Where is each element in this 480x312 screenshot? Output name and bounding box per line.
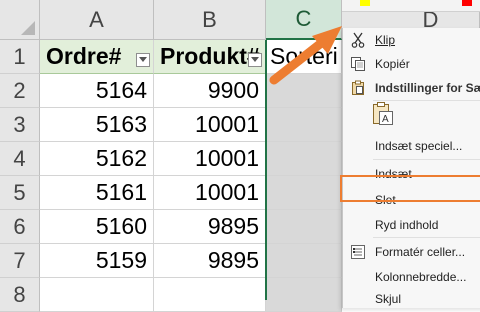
menu-item-label: Indsæt speciel... <box>375 139 463 153</box>
menu-item-label: Indstillinger for Sæt <box>375 81 480 95</box>
cell-a3[interactable]: 5163 <box>40 108 154 142</box>
paste-values-icon[interactable]: A <box>372 102 394 126</box>
annotation-arrow <box>269 26 342 85</box>
cell-c4[interactable] <box>266 142 342 176</box>
row-header-6[interactable]: 6 <box>0 210 40 244</box>
mini-toolbar <box>342 0 480 12</box>
cell-c5[interactable] <box>266 176 342 210</box>
chevron-down-icon <box>251 57 259 62</box>
menu-item-label: Formatér celler... <box>375 245 466 259</box>
menu-divider <box>373 237 480 238</box>
row-header-3[interactable]: 3 <box>0 108 40 142</box>
cell-c6[interactable] <box>266 210 342 244</box>
chevron-down-icon <box>139 57 147 62</box>
font-color-swatch[interactable] <box>462 0 472 6</box>
cell-a2[interactable]: 5164 <box>40 74 154 108</box>
menu-item-label: Skjul <box>375 292 402 306</box>
column-header-label: A <box>89 6 104 32</box>
cell-a6[interactable]: 5160 <box>40 210 154 244</box>
menu-item-kopier[interactable]: Kopiér <box>343 52 480 76</box>
menu-heading-paste-options: Indstillinger for Sæt <box>343 76 480 100</box>
cell-b3[interactable]: 10001 <box>154 108 266 142</box>
row-header-7[interactable]: 7 <box>0 244 40 278</box>
column-header-label: B <box>202 6 217 32</box>
menu-item-hide[interactable]: Skjul <box>343 287 480 311</box>
menu-divider <box>373 159 480 160</box>
row-header-5[interactable]: 5 <box>0 176 40 210</box>
format-cells-icon <box>349 243 367 261</box>
menu-item-label: Klip <box>375 33 396 47</box>
menu-item-label: Kopiér <box>375 57 410 71</box>
highlight-color-swatch[interactable] <box>360 0 370 6</box>
filter-dropdown-ordre[interactable] <box>136 53 150 67</box>
context-menu: Klip Kopiér Indstillinger for Sæt Indsæt… <box>342 28 480 308</box>
row-header-2[interactable]: 2 <box>0 74 40 108</box>
cell-a5[interactable]: 5161 <box>40 176 154 210</box>
cell-b5[interactable]: 10001 <box>154 176 266 210</box>
delete-highlight-box <box>340 175 480 202</box>
cell-a8[interactable] <box>40 278 154 312</box>
header-produkt: Produkt# <box>160 43 260 69</box>
menu-divider <box>373 100 480 101</box>
select-all-corner[interactable] <box>0 0 40 40</box>
column-header-a[interactable]: A <box>40 0 154 40</box>
cell-b2[interactable]: 9900 <box>154 74 266 108</box>
menu-item-format-cells[interactable]: Formatér celler... <box>343 240 480 264</box>
menu-item-clear-contents[interactable]: Ryd indhold <box>343 213 480 237</box>
cell-a7[interactable]: 5159 <box>40 244 154 278</box>
svg-text:A: A <box>382 114 389 125</box>
cell-b6[interactable]: 9895 <box>154 210 266 244</box>
row-header-4[interactable]: 4 <box>0 142 40 176</box>
menu-item-paste-special[interactable]: Indsæt speciel... <box>343 134 480 158</box>
menu-item-klip[interactable]: Klip <box>343 28 480 52</box>
menu-item-column-width[interactable]: Kolonnebredde... <box>343 265 480 289</box>
row-header-8[interactable]: 8 <box>0 278 40 312</box>
cell-b8[interactable] <box>154 278 266 312</box>
cell-b7[interactable]: 9895 <box>154 244 266 278</box>
filter-dropdown-produkt[interactable] <box>248 53 262 67</box>
column-header-b[interactable]: B <box>154 0 266 40</box>
header-ordre: Ordre# <box>46 43 122 69</box>
cell-a4[interactable]: 5162 <box>40 142 154 176</box>
cell-c7[interactable] <box>266 244 342 278</box>
cell-c8[interactable] <box>266 278 342 312</box>
cell-b4[interactable]: 10001 <box>154 142 266 176</box>
cell-c3[interactable] <box>266 108 342 142</box>
menu-item-label: Kolonnebredde... <box>375 270 467 284</box>
row-header-1[interactable]: 1 <box>0 40 40 74</box>
menu-item-label: Ryd indhold <box>375 218 439 232</box>
